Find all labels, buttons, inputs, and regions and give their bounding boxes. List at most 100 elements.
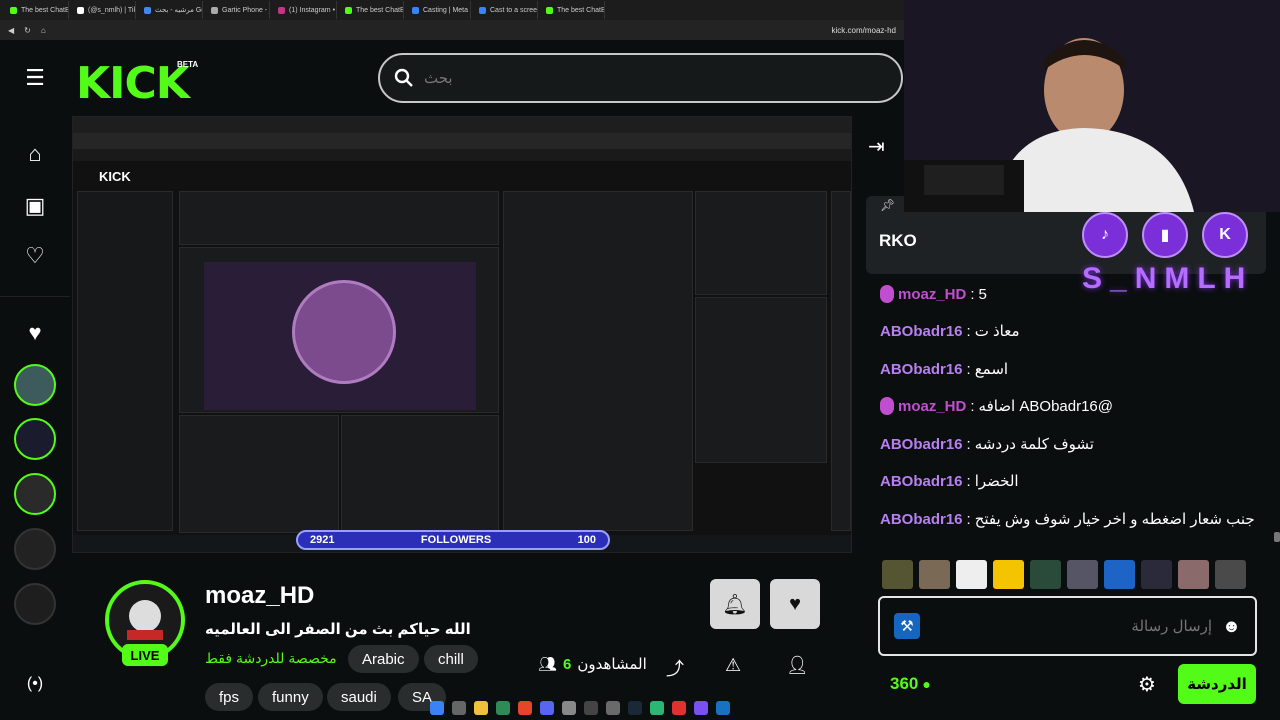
browser-tab[interactable]: The best ChatBot and W: [4, 1, 69, 19]
emote-icon[interactable]: [882, 560, 913, 589]
app-icon[interactable]: [452, 701, 466, 715]
left-rail: ☰ ⌂ ▣ ♡ ♥ (•): [0, 40, 70, 720]
browse-icon[interactable]: ▣: [17, 188, 53, 224]
folder-icon[interactable]: [474, 701, 488, 715]
app-icon[interactable]: [672, 701, 686, 715]
followed-channel-avatar[interactable]: [14, 364, 56, 406]
address-bar[interactable]: kick.com/moaz-hd: [832, 26, 896, 35]
tag[interactable]: fps: [205, 683, 254, 711]
browser-tab[interactable]: مرشيه - بحث Google: [138, 1, 203, 19]
chat-username[interactable]: ABObadr16: [880, 511, 963, 528]
browser-tab[interactable]: Casting | Meta Horizon: [406, 1, 471, 19]
browser-icon[interactable]: [518, 701, 532, 715]
mod-tools-icon[interactable]: ⚒: [894, 613, 920, 639]
followed-channel-avatar[interactable]: [14, 528, 56, 570]
channel-points[interactable]: 360 ●: [890, 674, 931, 694]
emote-icon[interactable]: [1030, 560, 1061, 589]
browser-tab[interactable]: The best ChatBot and W: [339, 1, 404, 19]
emote-icon[interactable]: [919, 560, 950, 589]
channel-name[interactable]: moaz_HD: [205, 582, 314, 610]
followers-goal-bar: 2921 FOLLOWERS 100: [296, 530, 610, 550]
reload-icon[interactable]: ↻: [24, 26, 31, 35]
chat-message[interactable]: ABObadr16: معاذ ت: [880, 322, 1275, 341]
chat-message[interactable]: ABObadr16: الخضرا: [880, 472, 1275, 491]
tag[interactable]: funny: [258, 683, 323, 711]
emote-icon[interactable]: [1215, 560, 1246, 589]
pin-icon: 📌︎: [880, 198, 896, 212]
video-player[interactable]: KICK: [72, 116, 852, 553]
browser-tab[interactable]: The best ChatBot and W: [540, 1, 605, 19]
chat-message[interactable]: ABObadr16: تشوف كلمة دردشه: [880, 435, 1275, 454]
search-bar[interactable]: [378, 53, 903, 103]
emote-icon[interactable]: [1178, 560, 1209, 589]
tab-label: The best ChatBot and W: [557, 6, 605, 14]
chat-settings-icon[interactable]: ⚙: [1138, 672, 1156, 697]
emote-icon[interactable]: [993, 560, 1024, 589]
tag[interactable]: saudi: [327, 683, 391, 711]
app-icon[interactable]: [496, 701, 510, 715]
collapse-chat-icon[interactable]: ⇥: [868, 134, 885, 159]
chat-message[interactable]: ABObadr16: جنب شعار اضغطه و اخر خيار شوف …: [880, 510, 1275, 529]
chat-username[interactable]: ABObadr16: [880, 436, 963, 453]
back-icon[interactable]: ◀: [8, 26, 14, 35]
tab-favicon-icon: [546, 6, 553, 14]
tab-label: مرشيه - بحث Google: [155, 7, 202, 14]
stream-title: الله حياكم بث من الصفر الى العالميه: [205, 621, 471, 638]
live-channels-icon[interactable]: (•): [17, 666, 53, 702]
overlay-streamer-name: S_NMLH: [1082, 262, 1254, 295]
chat-username[interactable]: moaz_HD: [898, 398, 966, 415]
tag[interactable]: Arabic: [348, 645, 419, 673]
browser-tab[interactable]: (1) Instagram • الرسائل: [272, 1, 337, 19]
browser-tab[interactable]: (@s_nmlh) | TikTok(7): [71, 1, 136, 19]
following-icon[interactable]: ♡: [17, 238, 53, 274]
followed-channel-avatar[interactable]: [14, 418, 56, 460]
chat-message[interactable]: ABObadr16: اسمع: [880, 360, 1275, 379]
app-icon[interactable]: [562, 701, 576, 715]
stream-category[interactable]: مخصصة للدردشة فقط: [205, 650, 337, 667]
chat-scrollbar[interactable]: [1274, 532, 1280, 542]
chat-text: جنب شعار اضغطه و اخر خيار شوف وش يفتح: [974, 511, 1255, 528]
notification-bell-button[interactable]: 🔔︎: [710, 579, 760, 629]
stream-info-panel: [695, 191, 827, 295]
report-icon[interactable]: ⚠: [725, 655, 741, 676]
browser-tab[interactable]: Cast to a screen with Me: [473, 1, 538, 19]
obs-icon[interactable]: [584, 701, 598, 715]
followed-channel-avatar[interactable]: [14, 583, 56, 625]
emote-icon[interactable]: [1067, 560, 1098, 589]
menu-icon[interactable]: ☰: [17, 60, 53, 96]
chat-username[interactable]: ABObadr16: [880, 323, 963, 340]
kick-logo[interactable]: KICK: [76, 58, 190, 109]
tab-label: (@s_nmlh) | TikTok(7): [88, 6, 135, 14]
home-icon[interactable]: ⌂: [41, 26, 46, 35]
chat-message[interactable]: moaz_HD: @ABObadr16 اضافه: [880, 397, 1275, 415]
followed-heart-icon: ♥: [28, 320, 42, 345]
browser-tab[interactable]: Gartic Phone - السكمبور: [205, 1, 270, 19]
discord-icon[interactable]: [540, 701, 554, 715]
emoji-icon[interactable]: ☻: [1222, 616, 1241, 637]
search-input[interactable]: [424, 69, 824, 87]
chat-username[interactable]: ABObadr16: [880, 473, 963, 490]
chat-username[interactable]: ABObadr16: [880, 361, 963, 378]
chat-username[interactable]: moaz_HD: [898, 286, 966, 303]
emote-icon[interactable]: [1104, 560, 1135, 589]
stream-dashboard-sidebar: [77, 191, 173, 531]
emote-icon[interactable]: [956, 560, 987, 589]
user-icon[interactable]: 👤︎: [786, 655, 809, 676]
app-icon[interactable]: [606, 701, 620, 715]
steam-icon[interactable]: [628, 701, 642, 715]
app-icon[interactable]: [716, 701, 730, 715]
chat-input[interactable]: [930, 617, 1213, 635]
send-chat-button[interactable]: الدردشة: [1178, 664, 1256, 704]
share-icon[interactable]: ⤴: [666, 655, 684, 681]
app-icon[interactable]: [650, 701, 664, 715]
start-icon[interactable]: [430, 701, 444, 715]
app-icon[interactable]: [694, 701, 708, 715]
tag[interactable]: chill: [424, 645, 478, 673]
streamer-badge-icon: [880, 397, 894, 415]
follow-button[interactable]: ♥: [770, 579, 820, 629]
home-icon[interactable]: ⌂: [17, 136, 53, 172]
chat-input-box[interactable]: ⚒ ☻: [878, 596, 1257, 656]
emote-icon[interactable]: [1141, 560, 1172, 589]
followed-channel-avatar[interactable]: [14, 473, 56, 515]
windows-taskbar: [430, 696, 904, 720]
